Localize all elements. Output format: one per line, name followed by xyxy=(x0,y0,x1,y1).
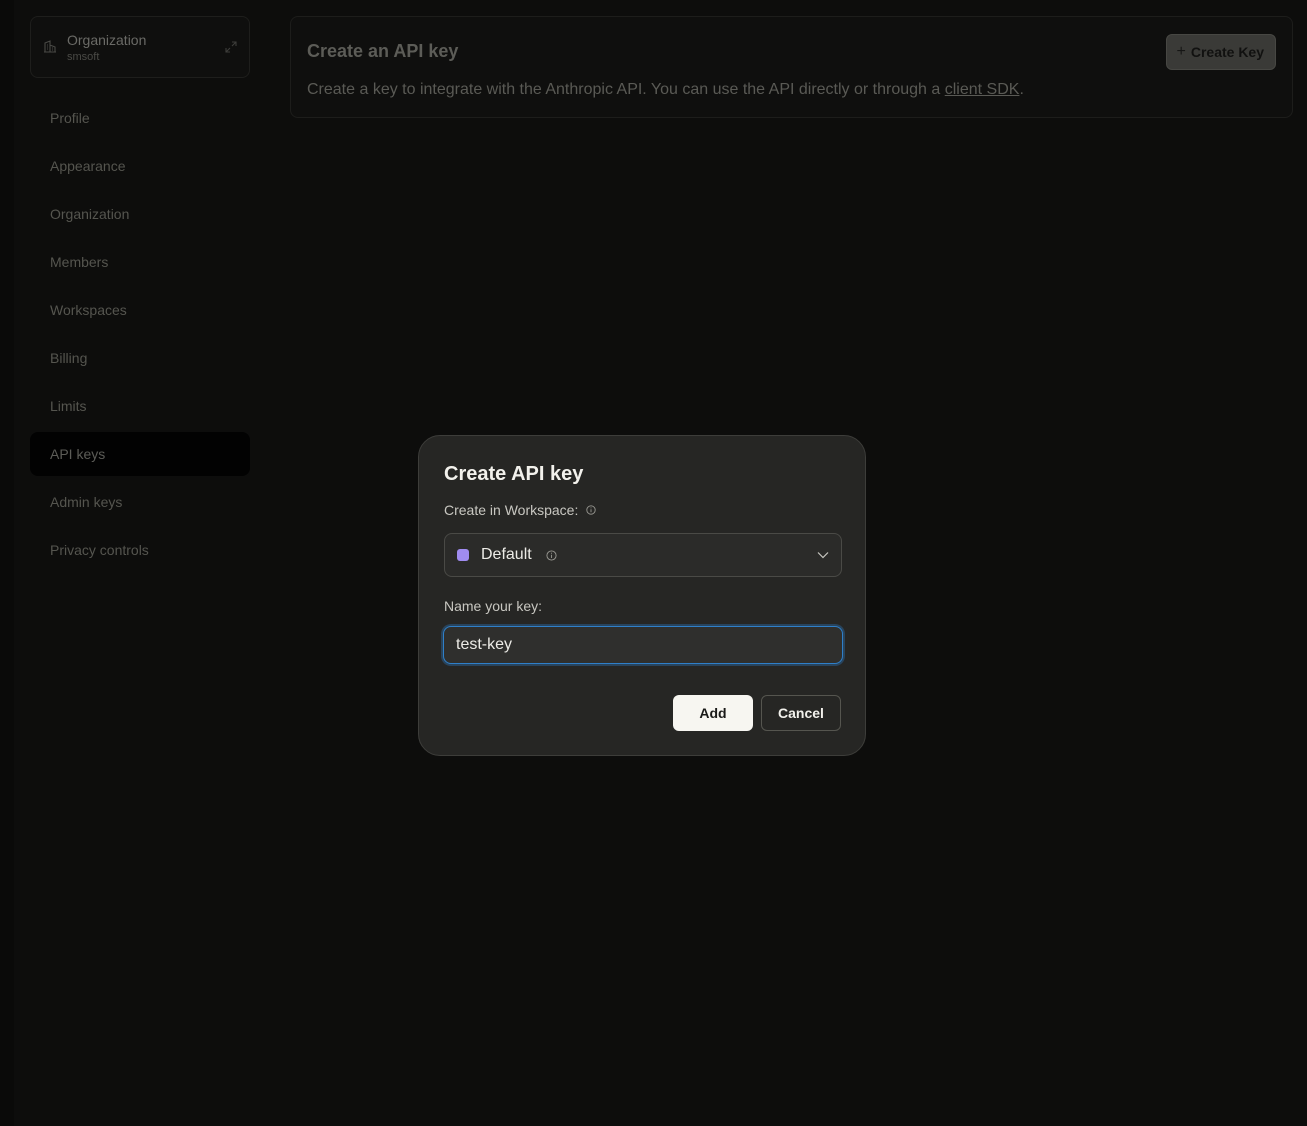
sidebar-item-appearance[interactable]: Appearance xyxy=(30,144,250,188)
key-name-input[interactable] xyxy=(443,626,843,664)
client-sdk-link[interactable]: client SDK xyxy=(945,81,1020,98)
card-description: Create a key to integrate with the Anthr… xyxy=(307,81,1024,99)
organization-name: Organization xyxy=(67,32,147,48)
sidebar-item-billing[interactable]: Billing xyxy=(30,336,250,380)
workspace-select[interactable]: Default xyxy=(444,533,842,577)
plus-icon: + xyxy=(1176,43,1186,60)
info-icon[interactable] xyxy=(586,505,597,515)
sidebar-item-admin-keys[interactable]: Admin keys xyxy=(30,480,250,524)
organization-subtitle: smsoft xyxy=(67,51,100,63)
card-description-end: . xyxy=(1019,81,1024,98)
card-description-text: Create a key to integrate with the Anthr… xyxy=(307,81,945,98)
sidebar-item-profile[interactable]: Profile xyxy=(30,96,250,140)
sidebar-item-workspaces[interactable]: Workspaces xyxy=(30,288,250,332)
create-api-key-card: Create an API key Create a key to integr… xyxy=(290,16,1293,118)
expand-icon xyxy=(225,41,237,53)
chevron-down-icon xyxy=(817,552,829,559)
sidebar: Organization smsoft Profile Appearance O… xyxy=(30,16,250,576)
workspace-color-swatch xyxy=(457,549,469,561)
sidebar-item-privacy-controls[interactable]: Privacy controls xyxy=(30,528,250,572)
sidebar-nav: Profile Appearance Organization Members … xyxy=(30,96,250,572)
organization-switcher[interactable]: Organization smsoft xyxy=(30,16,250,78)
cancel-button[interactable]: Cancel xyxy=(761,695,841,731)
left-edge-strip xyxy=(0,0,14,1126)
settings-page: Organization smsoft Profile Appearance O… xyxy=(0,0,1307,1126)
sidebar-item-limits[interactable]: Limits xyxy=(30,384,250,428)
sidebar-item-organization[interactable]: Organization xyxy=(30,192,250,236)
dialog-title: Create API key xyxy=(444,463,584,485)
sidebar-item-api-keys[interactable]: API keys xyxy=(30,432,250,476)
create-api-key-dialog: Create API key Create in Workspace: Defa… xyxy=(418,435,866,756)
workspace-select-value: Default xyxy=(481,546,532,563)
workspace-label: Create in Workspace: xyxy=(444,502,597,518)
workspace-info-icon[interactable] xyxy=(546,550,557,561)
card-title: Create an API key xyxy=(307,41,459,61)
workspace-label-text: Create in Workspace: xyxy=(444,502,579,518)
create-key-button[interactable]: + Create Key xyxy=(1165,34,1276,70)
building-icon xyxy=(44,40,56,53)
sidebar-item-members[interactable]: Members xyxy=(30,240,250,284)
add-button[interactable]: Add xyxy=(673,695,753,731)
key-name-label: Name your key: xyxy=(444,598,543,614)
create-key-button-label: Create Key xyxy=(1190,44,1264,60)
